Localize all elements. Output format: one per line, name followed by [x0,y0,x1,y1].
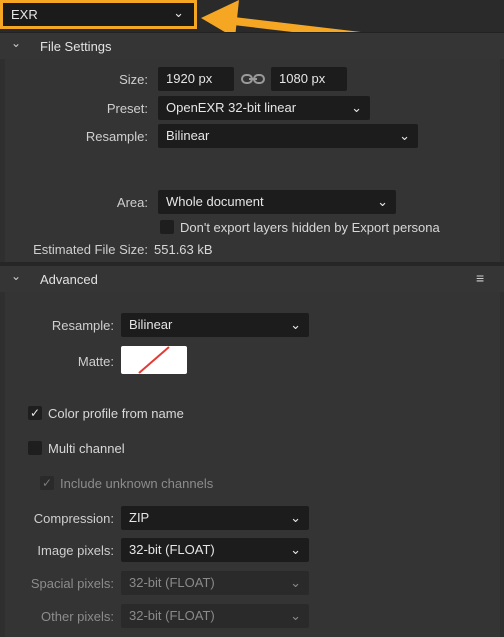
preset-label: Preset: [106,101,148,116]
matte-color-swatch[interactable] [121,346,187,374]
estimated-size-label: Estimated File Size: [33,242,148,257]
include-unknown-label: Include unknown channels [60,476,214,491]
preset-dropdown[interactable]: OpenEXR 32-bit linear ⌄ [158,96,370,120]
resample-label: Resample: [85,129,148,144]
other-pixels-label: Other pixels: [41,609,114,624]
height-input[interactable]: 1080 px [271,67,347,91]
chevron-down-icon: ⌄ [290,542,301,557]
matte-label: Matte: [77,354,114,369]
image-pixels-label: Image pixels: [37,543,114,558]
adv-resample-dropdown[interactable]: Bilinear ⌄ [121,313,309,337]
advanced-header[interactable]: ⌄ Advanced ≡ [0,266,504,292]
compression-label: Compression: [33,511,114,526]
multi-channel-checkbox[interactable] [28,441,42,455]
chevron-down-icon: ⌄ [351,100,362,115]
resample-dropdown[interactable]: Bilinear ⌄ [158,124,418,148]
chevron-down-icon: ⌄ [173,5,184,20]
checkmark-icon: ✓ [41,476,53,490]
file-settings-title: File Settings [40,39,112,54]
chevron-down-icon: ⌄ [290,575,301,590]
preset-value: OpenEXR 32-bit linear [166,100,297,115]
multi-channel-label: Multi channel [48,441,125,456]
chevron-down-icon: ⌄ [399,128,410,143]
color-profile-label: Color profile from name [48,406,184,421]
spacial-pixels-value: 32-bit (FLOAT) [129,575,215,590]
width-input[interactable]: 1920 px [158,67,234,91]
image-pixels-dropdown[interactable]: 32-bit (FLOAT) ⌄ [121,538,309,562]
link-icon[interactable] [241,72,265,86]
size-label: Size: [119,72,148,87]
adv-resample-label: Resample: [51,318,114,333]
dont-export-hidden-label: Don't export layers hidden by Export per… [180,220,440,235]
chevron-down-icon: ⌄ [290,510,301,525]
advanced-title: Advanced [40,272,98,287]
area-label: Area: [116,195,148,210]
dont-export-hidden-checkbox[interactable] [160,220,174,234]
include-unknown-checkbox[interactable]: ✓ [40,476,54,490]
caret-down-icon: ⌄ [11,36,22,50]
chevron-down-icon: ⌄ [290,317,301,332]
resample-value: Bilinear [166,128,210,143]
image-pixels-value: 32-bit (FLOAT) [129,542,215,557]
format-value: EXR [11,7,38,22]
compression-dropdown[interactable]: ZIP ⌄ [121,506,309,530]
area-value: Whole document [166,194,264,209]
compression-value: ZIP [129,510,150,525]
hamburger-menu-icon[interactable]: ≡ [476,270,484,286]
format-dropdown[interactable]: EXR ⌄ [0,0,197,29]
other-pixels-dropdown[interactable]: 32-bit (FLOAT) ⌄ [121,604,309,628]
checkmark-icon: ✓ [29,406,41,420]
chevron-down-icon: ⌄ [290,608,301,623]
other-pixels-value: 32-bit (FLOAT) [129,608,215,623]
caret-down-icon: ⌄ [11,269,22,283]
estimated-size-value: 551.63 kB [154,242,213,257]
spacial-pixels-dropdown[interactable]: 32-bit (FLOAT) ⌄ [121,571,309,595]
adv-resample-value: Bilinear [129,317,173,332]
file-settings-header[interactable]: ⌄ File Settings [0,33,504,59]
color-profile-checkbox[interactable]: ✓ [28,406,42,420]
area-dropdown[interactable]: Whole document ⌄ [158,190,396,214]
chevron-down-icon: ⌄ [377,194,388,209]
spacial-pixels-label: Spacial pixels: [30,576,114,591]
